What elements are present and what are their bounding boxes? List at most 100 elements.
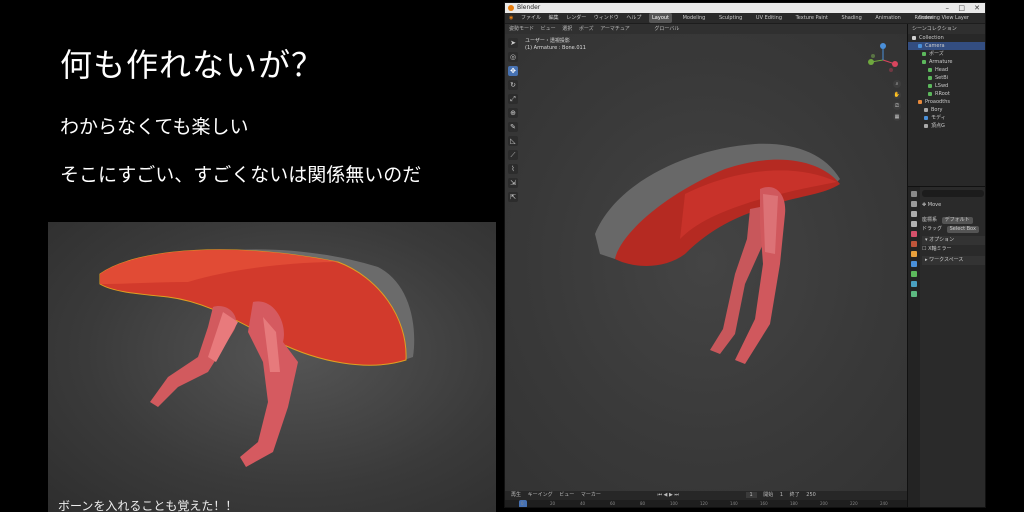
- perspective-toggle-icon[interactable]: ▦: [893, 113, 901, 121]
- outliner-item[interactable]: 頂点G: [908, 122, 985, 130]
- view-type-label: ユーザー・透視投影: [525, 38, 570, 44]
- mirror-row: ☐ X軸ミラー: [922, 245, 985, 254]
- camera-view-icon[interactable]: ⎚: [893, 102, 901, 110]
- mesh-data-icon: [924, 107, 928, 112]
- vertex-group-icon: [924, 123, 928, 128]
- tab-shading[interactable]: Shading: [838, 13, 864, 23]
- ruler-tick: 20: [550, 501, 556, 506]
- timeline-ruler[interactable]: 0 20 40 60 80 100 120 140 160 180 200 22…: [505, 500, 907, 507]
- outliner-item[interactable]: ポーズ: [908, 50, 985, 58]
- outliner-item[interactable]: Head: [908, 66, 985, 74]
- viewport-menu-pose[interactable]: ポーズ: [579, 26, 594, 32]
- mesh-icon: [918, 99, 922, 104]
- properties-search-input[interactable]: [922, 190, 984, 197]
- bone-tab-icon[interactable]: [911, 291, 917, 297]
- 3d-viewport[interactable]: ➤ ◎ ✥ ↻ ⤢ ⊕ ✎ ◺ ⟋ ⌇ ⇲ ⇱ ユーザー・透視投影 (1) Ar…: [505, 34, 907, 491]
- scene-tab-icon[interactable]: [911, 231, 917, 237]
- tool-tab-icon[interactable]: [911, 191, 917, 197]
- scene-selectors[interactable]: Scene View Layer: [919, 13, 975, 23]
- viewport-model[interactable]: [575, 124, 855, 384]
- zoom-icon[interactable]: ⌕: [893, 80, 901, 88]
- end-frame-label: 終了: [789, 492, 800, 498]
- viewport-menu-select[interactable]: 選択: [562, 26, 572, 32]
- playback-controls[interactable]: ⏮ ◀ ▶ ⏭: [657, 492, 678, 498]
- current-frame-field[interactable]: 1: [745, 492, 757, 498]
- mode-select[interactable]: 姿勢モード: [509, 26, 534, 32]
- pan-hand-icon[interactable]: ✋: [893, 91, 901, 99]
- render-tab-icon[interactable]: [911, 201, 917, 207]
- select-tool-icon[interactable]: ➤: [508, 38, 518, 48]
- tab-modeling[interactable]: Modeling: [680, 13, 709, 23]
- orientation-select[interactable]: デフォルト: [941, 217, 973, 224]
- minimize-icon[interactable]: –: [946, 3, 950, 13]
- transform-orientation-select[interactable]: グローバル: [654, 26, 679, 32]
- transform-tool-icon[interactable]: ⊕: [508, 108, 518, 118]
- menu-render[interactable]: レンダー: [566, 13, 586, 23]
- menu-help[interactable]: ヘルプ: [626, 13, 641, 23]
- orientation-row: 座標系 デフォルト: [922, 216, 985, 225]
- timeline-menu-keying[interactable]: キーイング: [528, 492, 553, 498]
- tab-layout[interactable]: Layout: [649, 13, 673, 23]
- outliner-header: シーンコレクション: [908, 24, 985, 34]
- timeline-menu-view[interactable]: ビュー: [559, 492, 574, 498]
- drag-select[interactable]: Select Box: [946, 226, 979, 233]
- outliner-item[interactable]: LSwd: [908, 82, 985, 90]
- outliner-item[interactable]: RRoot: [908, 90, 985, 98]
- output-tab-icon[interactable]: [911, 211, 917, 217]
- rotate-tool-icon[interactable]: ↻: [508, 80, 518, 90]
- properties-tabs: [908, 187, 920, 507]
- outliner-item[interactable]: モディ: [908, 114, 985, 122]
- outliner-item[interactable]: Bory: [908, 106, 985, 114]
- start-frame-field[interactable]: 1: [780, 492, 783, 498]
- workspace-panel-header[interactable]: ▸ ワークスペース: [922, 256, 985, 265]
- menu-window[interactable]: ウィンドウ: [594, 13, 619, 23]
- bone-tool-icon[interactable]: ⟋: [508, 150, 518, 160]
- world-tab-icon[interactable]: [911, 241, 917, 247]
- move-tool-icon[interactable]: ✥: [508, 66, 518, 76]
- tab-texture-paint[interactable]: Texture Paint: [793, 13, 831, 23]
- cursor-tool-icon[interactable]: ◎: [508, 52, 518, 62]
- breakdowner-tool-icon[interactable]: ⇱: [508, 192, 518, 202]
- outliner-item[interactable]: Armature: [908, 58, 985, 66]
- drag-label: ドラッグ: [922, 226, 943, 232]
- outliner-item[interactable]: Camera: [908, 42, 985, 50]
- timeline-menu-marker[interactable]: マーカー: [581, 492, 601, 498]
- scale-tool-icon[interactable]: ⤢: [508, 94, 518, 104]
- menu-file[interactable]: ファイル: [521, 13, 541, 23]
- close-icon[interactable]: ✕: [974, 3, 980, 13]
- tab-sculpting[interactable]: Sculpting: [716, 13, 745, 23]
- outliner-item[interactable]: Proaodths: [908, 98, 985, 106]
- outliner-item[interactable]: Collection: [908, 34, 985, 42]
- scene-name[interactable]: Scene: [919, 13, 934, 23]
- blender-menu-icon[interactable]: ◉: [509, 13, 513, 23]
- outliner-rows: Collection Camera ポーズ Armature Head SetB…: [908, 34, 985, 130]
- data-tab-icon[interactable]: [911, 271, 917, 277]
- push-tool-icon[interactable]: ⇲: [508, 178, 518, 188]
- end-frame-field[interactable]: 250: [806, 492, 816, 498]
- view-layer-tab-icon[interactable]: [911, 221, 917, 227]
- viewport-menu-view[interactable]: ビュー: [541, 26, 556, 32]
- view-layer-name[interactable]: View Layer: [942, 13, 969, 23]
- ruler-tick: 0: [521, 501, 524, 506]
- bone-icon: [928, 75, 932, 80]
- modifier-tab-icon[interactable]: [911, 261, 917, 267]
- view-navigation-buttons: ⌕ ✋ ⎚ ▦: [893, 80, 901, 121]
- timeline-editor: 再生 キーイング ビュー マーカー ⏮ ◀ ▶ ⏭ 1 開始 1 終了 250 …: [505, 491, 907, 507]
- menu-edit[interactable]: 編集: [549, 13, 559, 23]
- relax-tool-icon[interactable]: ⌇: [508, 164, 518, 174]
- annotate-tool-icon[interactable]: ✎: [508, 122, 518, 132]
- maximize-icon[interactable]: □: [958, 3, 965, 13]
- tab-animation[interactable]: Animation: [872, 13, 904, 23]
- viewport-menu-armature[interactable]: アーマチュア: [600, 26, 630, 32]
- measure-tool-icon[interactable]: ◺: [508, 136, 518, 146]
- timeline-menu-playback[interactable]: 再生: [511, 492, 521, 498]
- outliner-item[interactable]: SetBi: [908, 74, 985, 82]
- mirror-checkbox[interactable]: ☐: [922, 246, 926, 252]
- options-panel-header[interactable]: ▾ オプション: [922, 236, 985, 245]
- modifier-icon: [924, 115, 928, 120]
- tab-uv-editing[interactable]: UV Editing: [753, 13, 785, 23]
- object-tab-icon[interactable]: [911, 251, 917, 257]
- ruler-tick: 160: [760, 501, 768, 506]
- navigation-gizmo[interactable]: [863, 40, 903, 80]
- constraint-tab-icon[interactable]: [911, 281, 917, 287]
